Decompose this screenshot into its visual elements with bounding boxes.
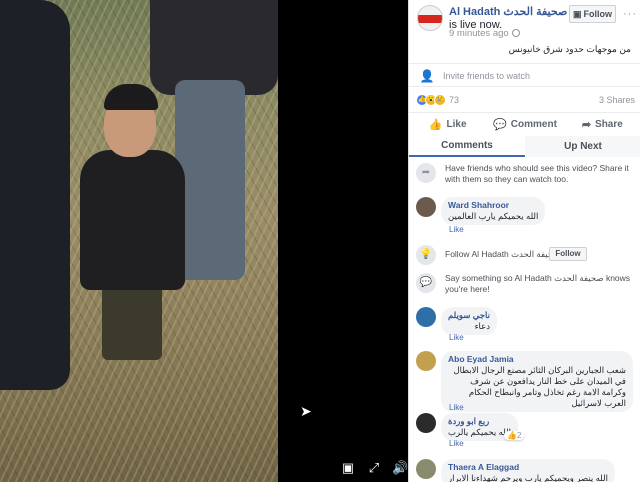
- post-header: Al Hadath صحيفة الحدث is live now. 9 min…: [409, 0, 640, 62]
- avatar[interactable]: [416, 351, 436, 371]
- comment-text: الله يحميكم يارب العالمين: [448, 211, 539, 221]
- action-bar: 👍 Like 💬 Comment ➦ Share: [409, 112, 640, 136]
- share-count[interactable]: 3 Shares: [599, 95, 635, 105]
- page-name-ar[interactable]: صحيفة الحدث: [503, 6, 567, 18]
- say-something-text: Say something so Al Hadath صحيفة الحدث k…: [445, 273, 635, 295]
- say-prompt-ar: صحيفة الحدث: [554, 273, 604, 283]
- fullscreen-icon[interactable]: ⤢: [366, 460, 382, 476]
- invite-input[interactable]: Invite friends to watch: [443, 68, 633, 84]
- comment-author[interactable]: ربع ابو وردة: [448, 416, 511, 427]
- video-figure-left: [0, 0, 70, 390]
- share-arrow-icon: ➦: [416, 163, 436, 183]
- follow-prompt-text: Follow Al Hadath صحيفة الحدث: [445, 249, 635, 260]
- tab-up-next[interactable]: Up Next: [525, 136, 640, 157]
- comment-reaction-count[interactable]: 👍2: [504, 431, 525, 440]
- comment-author[interactable]: Thaera A Elaggad: [448, 462, 608, 473]
- comment-text: شعب الجبارين البركان الثائر مصنع الرجال …: [453, 365, 626, 408]
- comment-like-link[interactable]: Like: [449, 333, 464, 342]
- page-avatar-stripe: [418, 15, 442, 23]
- comment-author[interactable]: ناجي سويلم: [448, 310, 490, 321]
- list-item: ربع ابو وردة الله يحميكم يالرب 👍2 Like: [409, 413, 640, 449]
- share-icon: ➦: [581, 119, 592, 131]
- comment-like-link[interactable]: Like: [449, 225, 464, 234]
- comment-text: الله ينصر ويحميكم يارب ويرحم شهداءنا الا…: [448, 473, 608, 482]
- share-prompt: ➦ Have friends who should see this video…: [409, 163, 640, 191]
- volume-icon[interactable]: 🔊: [392, 460, 408, 476]
- like-icon: 👍: [428, 119, 443, 131]
- tab-comments[interactable]: Comments: [409, 136, 525, 157]
- video-child-body: [80, 150, 185, 290]
- comment-like-link[interactable]: Like: [449, 403, 464, 412]
- post-text: من موجهات حدود شرق خانيونس: [508, 44, 631, 54]
- like-button[interactable]: 👍 Like: [409, 113, 486, 136]
- list-item: Thaera A Elaggad الله ينصر ويحميكم يارب …: [409, 459, 640, 482]
- comment-like-link[interactable]: Like: [449, 439, 464, 448]
- chat-bubble-icon: 💬: [416, 273, 436, 293]
- video-controls: ▣ ⤢ 🔊: [340, 460, 408, 476]
- comment-bubble: ناجي سويلم دعاء: [441, 307, 498, 335]
- video-player[interactable]: ➤ ▣ ⤢ 🔊: [0, 0, 408, 482]
- comment-author[interactable]: Ward Shahroor: [448, 200, 538, 211]
- list-item: Ward Shahroor الله يحميكم يارب العالمين …: [409, 197, 640, 235]
- share-label: Share: [595, 119, 623, 130]
- follow-prompt-en: Follow Al Hadath: [445, 249, 509, 259]
- side-panel: Al Hadath صحيفة الحدث is live now. 9 min…: [408, 0, 640, 482]
- avatar[interactable]: [416, 197, 436, 217]
- list-item: ناجي سويلم دعاء Like: [409, 307, 640, 343]
- invite-row: 👤 Invite friends to watch: [409, 63, 640, 87]
- post-time[interactable]: 9 minutes ago: [449, 28, 520, 39]
- comment-button[interactable]: 💬 Comment: [486, 113, 563, 136]
- share-prompt-text[interactable]: Have friends who should see this video? …: [445, 163, 635, 185]
- comment-text: دعاء: [474, 321, 491, 331]
- video-child-legs: [102, 280, 162, 360]
- comment-bubble: Thaera A Elaggad الله ينصر ويحميكم يارب …: [441, 459, 615, 482]
- video-frame[interactable]: [0, 0, 278, 482]
- reactions-bar: 👍 😮 😢 73 3 Shares: [409, 92, 640, 110]
- page-name[interactable]: Al Hadath: [449, 6, 500, 18]
- globe-icon: [511, 29, 520, 38]
- avatar[interactable]: [416, 307, 436, 327]
- like-label: Like: [446, 119, 467, 130]
- cursor-icon: ➤: [300, 403, 312, 419]
- comment-bubble: Abo Eyad Jamia شعب الجبارين البركان الثا…: [441, 351, 633, 412]
- more-options[interactable]: ···: [623, 8, 637, 20]
- add-friend-icon: 👤: [419, 69, 435, 83]
- follow-button[interactable]: ▣ Follow: [569, 5, 616, 23]
- avatar[interactable]: [416, 413, 436, 433]
- tabs: Comments Up Next: [409, 136, 640, 157]
- avatar[interactable]: [416, 459, 436, 479]
- video-figure-right-legs: [175, 80, 245, 280]
- post-time-text: 9 minutes ago: [449, 28, 509, 39]
- page-avatar[interactable]: [417, 5, 443, 31]
- comment-text: الله يحميكم يالرب: [448, 427, 511, 437]
- comments-feed: ➦ Have friends who should see this video…: [409, 157, 640, 482]
- list-item: Abo Eyad Jamia شعب الجبارين البركان الثا…: [409, 351, 640, 412]
- comment-label: Comment: [510, 119, 557, 130]
- pip-icon[interactable]: ▣: [340, 460, 356, 476]
- reaction-icons[interactable]: 👍 😮 😢: [416, 94, 446, 106]
- reaction-count[interactable]: 73: [449, 95, 459, 105]
- like-reaction-icon: 👍: [507, 431, 517, 440]
- reaction-count-value: 2: [516, 431, 522, 440]
- follow-prompt: 💡 Follow Al Hadath صحيفة الحدث Follow: [409, 245, 640, 265]
- follow-button-small[interactable]: Follow: [549, 247, 587, 261]
- say-something-prompt: 💬 Say something so Al Hadath صحيفة الحدث…: [409, 273, 640, 299]
- lightbulb-icon: 💡: [416, 245, 436, 265]
- comment-bubble: Ward Shahroor الله يحميكم يارب العالمين: [441, 197, 546, 225]
- sad-reaction-icon: 😢: [434, 94, 446, 106]
- follow-label: Follow: [583, 9, 613, 19]
- share-button[interactable]: ➦ Share: [564, 113, 640, 136]
- comment-author[interactable]: Abo Eyad Jamia: [448, 354, 626, 365]
- say-prompt-start: Say something so Al Hadath: [445, 273, 552, 283]
- comment-icon: 💬: [493, 119, 507, 131]
- follow-icon: ▣: [572, 8, 582, 19]
